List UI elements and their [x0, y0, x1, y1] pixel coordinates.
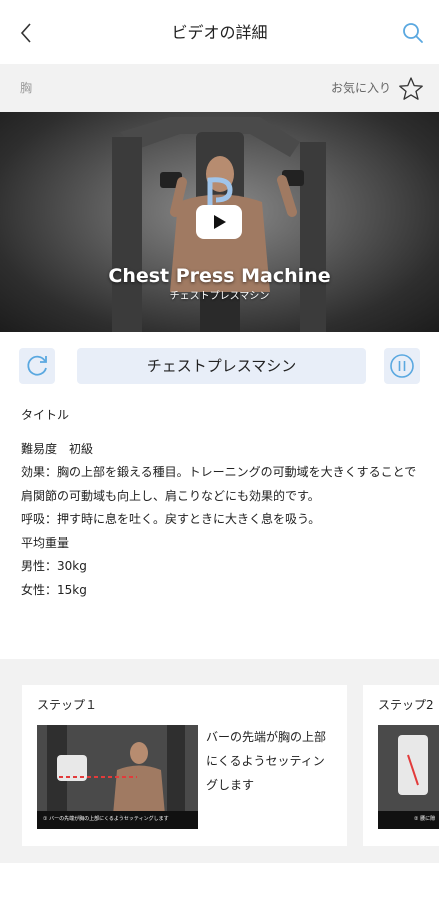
- step-thumbnail[interactable]: ② 腰に隙: [378, 725, 439, 829]
- pause-button[interactable]: [384, 348, 420, 384]
- step-thumbnail[interactable]: ① バーの先端が胸の上部にくるようセッティングします: [37, 725, 198, 829]
- avg-weight-label: 平均重量: [21, 536, 70, 550]
- favorite-label[interactable]: お気に入り: [331, 80, 391, 96]
- details-heading: タイトル: [21, 408, 70, 422]
- breathing-text: 呼吸：押す時に息を吐く。戻すときに大きく息を吸う。: [21, 512, 321, 526]
- male-weight-text: 男性：30kg: [21, 559, 87, 573]
- category-label: 胸: [20, 81, 33, 95]
- step-description-line: バーの先端が胸の上部: [206, 730, 327, 744]
- female-weight-text: 女性：15kg: [21, 583, 87, 597]
- exercise-name: チェストプレスマシン: [77, 348, 366, 384]
- video-title-ja: チェストプレスマシン: [169, 291, 270, 302]
- favorite-button[interactable]: [398, 76, 424, 102]
- page-title: ビデオの詳細: [171, 23, 268, 42]
- search-button[interactable]: [401, 21, 425, 45]
- effect-text-cont: 肩関節の可動域も向上し、肩こりなどにも効果的です。: [21, 489, 320, 503]
- video-title-en: Chest Press Machine: [108, 265, 331, 287]
- difficulty-text: 難易度 初級: [21, 442, 94, 456]
- replay-icon: [27, 355, 47, 376]
- step-card[interactable]: ステップ2 ② 腰に隙: [363, 685, 439, 846]
- replay-button[interactable]: [19, 348, 55, 384]
- star-outline-icon: [399, 77, 423, 100]
- pause-icon: [390, 354, 414, 378]
- thumbnail-caption: ② 腰に隙: [414, 816, 436, 822]
- step-label: ステップ１: [37, 698, 98, 712]
- step-description-line: にくるようセッティン: [206, 754, 325, 768]
- play-button[interactable]: [196, 205, 242, 239]
- thumbnail-caption: ① バーの先端が胸の上部にくるようセッティングします: [43, 816, 169, 822]
- step-card[interactable]: ステップ１ ① バーの先端が胸の上部にくるようセッティングします バーの先端が胸…: [22, 685, 347, 846]
- step-label: ステップ2: [378, 698, 434, 712]
- search-icon: [403, 23, 423, 43]
- play-icon: [214, 215, 226, 229]
- effect-text: 効果：胸の上部を鍛える種目。トレーニングの可動域を大きくすることで: [21, 465, 417, 479]
- step-description-line: グします: [206, 778, 255, 792]
